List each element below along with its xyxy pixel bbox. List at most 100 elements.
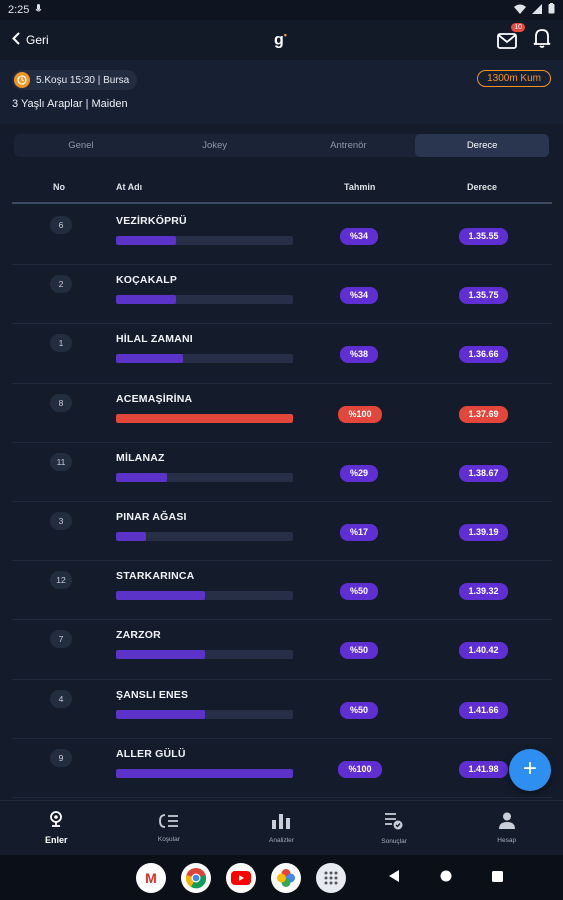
table-row[interactable]: 11 MİLANAZ %29 1.38.67 <box>12 443 552 502</box>
nav-label: Analizler <box>269 836 294 844</box>
home-nav-icon[interactable] <box>440 870 452 885</box>
gmail-icon[interactable]: M <box>136 862 166 893</box>
table-row[interactable]: 6 VEZİRKÖPRÜ %34 1.35.55 <box>12 206 552 266</box>
prediction-bar <box>116 295 293 305</box>
bottom-nav: Enler Koşular Analizler Sonuçlar Hesap <box>0 800 563 855</box>
race-title: 3 Yaşlı Araplar | Maiden <box>12 98 128 110</box>
prediction-bar <box>116 354 293 364</box>
table-row[interactable]: 3 PINAR AĞASI %17 1.39.19 <box>12 502 552 562</box>
prediction-bar-fill <box>116 295 177 305</box>
prediction-badge: %34 <box>340 228 378 245</box>
horse-number: 3 <box>50 511 72 530</box>
back-button[interactable]: Geri <box>12 32 49 48</box>
add-button[interactable]: + <box>509 749 551 791</box>
tab-bar: Genel Jokey Antrenör Derece <box>14 134 549 157</box>
prediction-bar-fill <box>116 413 293 423</box>
degree-badge: 1.39.19 <box>459 523 508 541</box>
user-icon <box>498 812 515 834</box>
header-prediction: Tahmin <box>344 182 376 192</box>
status-bar: 2:25 <box>0 0 563 20</box>
degree-badge: 1.37.69 <box>459 405 508 423</box>
horse-number: 11 <box>50 452 72 471</box>
horse-name: HİLAL ZAMANI <box>116 333 193 346</box>
horse-name: ALLER GÜLÜ <box>116 747 186 760</box>
degree-badge: 1.38.67 <box>459 464 508 482</box>
recents-nav-icon[interactable] <box>492 870 503 885</box>
photos-icon[interactable] <box>271 862 301 893</box>
table-row[interactable]: 1 HİLAL ZAMANI %38 1.36.66 <box>12 324 552 384</box>
chevron-left-icon <box>12 32 20 48</box>
table-header: No At Adı Tahmin Derece <box>12 172 552 204</box>
track-badge: 1300m Kum <box>477 70 551 87</box>
tab-jokey[interactable]: Jokey <box>148 134 282 157</box>
prediction-badge: %100 <box>338 760 382 778</box>
bar-chart-icon <box>271 813 291 834</box>
app-bar: Geri g• 10 <box>0 20 563 60</box>
prediction-bar-fill <box>116 236 177 245</box>
horse-number: 1 <box>50 334 72 353</box>
youtube-icon[interactable] <box>226 862 256 893</box>
nav-kosular[interactable]: Koşular <box>113 801 226 855</box>
mic-icon <box>35 3 42 17</box>
table-row[interactable]: 2 KOÇAKALP %34 1.35.75 <box>12 265 552 325</box>
trophy-icon <box>48 811 64 832</box>
nav-analizler[interactable]: Analizler <box>225 801 338 855</box>
table-row[interactable]: 12 STARKARINCA %50 1.39.32 <box>12 561 552 621</box>
table-row[interactable]: 7 ZARZOR %50 1.40.42 <box>12 620 552 680</box>
nav-enler[interactable]: Enler <box>0 801 113 855</box>
horse-name: VEZİRKÖPRÜ <box>116 215 187 227</box>
horse-name: ACEMAŞİRİNA <box>116 392 193 405</box>
prediction-bar-fill <box>116 472 168 482</box>
prediction-bar-fill <box>116 709 205 719</box>
tab-derece[interactable]: Derece <box>415 134 549 157</box>
table-row[interactable]: 4 ŞANSLI ENES %50 1.41.66 <box>12 680 552 739</box>
nav-label: Sonuçlar <box>381 837 407 845</box>
prediction-bar <box>116 591 293 601</box>
horse-number: 2 <box>50 275 72 294</box>
horse-number: 4 <box>50 689 72 708</box>
battery-icon <box>548 3 555 17</box>
degree-badge: 1.39.32 <box>459 583 508 601</box>
mail-icon <box>497 33 517 53</box>
prediction-bar <box>116 709 293 719</box>
prediction-bar-fill <box>116 354 184 364</box>
horse-number: 6 <box>50 216 72 234</box>
app-drawer-icon[interactable] <box>316 862 346 893</box>
status-time: 2:25 <box>8 4 30 16</box>
horse-number: 8 <box>50 393 72 412</box>
nav-sonuclar[interactable]: Sonuçlar <box>338 801 451 855</box>
header-degree: Derece <box>467 182 498 192</box>
results-table: 6 VEZİRKÖPRÜ %34 1.35.55 2 KOÇAKALP %34 1.35.75… <box>12 206 552 798</box>
horse-name: ŞANSLI ENES <box>116 688 189 701</box>
prediction-bar <box>116 768 293 778</box>
back-nav-icon[interactable] <box>389 870 400 885</box>
nav-hesap[interactable]: Hesap <box>450 801 563 855</box>
app-logo: g• <box>274 30 287 49</box>
tab-antrenor[interactable]: Antrenör <box>282 134 416 157</box>
horse-name: MİLANAZ <box>116 451 165 464</box>
mail-button[interactable]: 10 <box>497 23 525 53</box>
prediction-bar-fill <box>116 591 205 601</box>
prediction-bar <box>116 531 293 541</box>
prediction-badge: %38 <box>340 346 378 364</box>
chrome-icon[interactable] <box>181 862 211 893</box>
prediction-bar-fill <box>116 531 147 541</box>
signal-icon <box>532 3 542 17</box>
prediction-bar-fill <box>116 650 205 660</box>
clock-icon <box>14 72 30 88</box>
tab-genel[interactable]: Genel <box>14 134 148 157</box>
status-icons <box>514 3 555 17</box>
table-row[interactable]: 9 ALLER GÜLÜ %100 1.41.98 <box>12 739 552 798</box>
nav-label: Koşular <box>157 835 180 843</box>
prediction-bar <box>116 236 293 245</box>
prediction-badge: %100 <box>338 405 382 423</box>
back-label: Geri <box>26 33 49 47</box>
mail-badge: 10 <box>511 23 525 32</box>
prediction-bar <box>116 413 293 423</box>
table-row[interactable]: 8 ACEMAŞİRİNA %100 1.37.69 <box>12 384 552 443</box>
race-header: 5.Koşu 15:30 | Bursa 1300m Kum 3 Yaşlı A… <box>0 60 563 124</box>
horse-name: PINAR AĞASI <box>116 510 187 523</box>
degree-badge: 1.41.66 <box>459 701 508 719</box>
notification-button[interactable] <box>533 28 551 53</box>
prediction-badge: %17 <box>340 523 378 541</box>
